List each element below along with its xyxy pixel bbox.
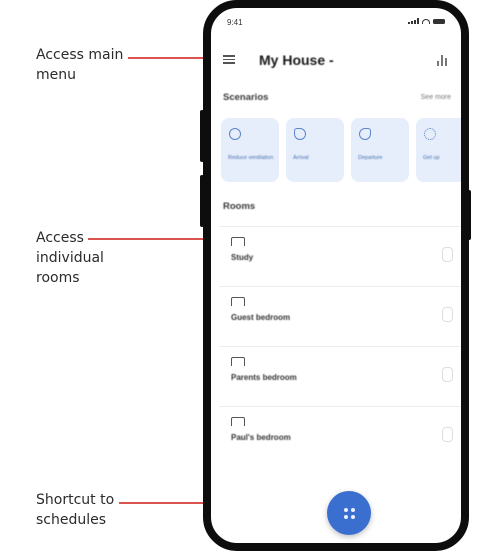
room-control-icon[interactable] <box>442 247 453 262</box>
callout-leader-line <box>88 238 216 240</box>
scenario-card-get-up[interactable]: Get up <box>416 118 461 182</box>
scenario-list: Reduce ventilation Arrival Departure Get… <box>221 118 461 182</box>
room-label: Paul's bedroom <box>231 433 291 442</box>
scenario-label: Departure <box>358 155 383 161</box>
bed-icon <box>231 357 245 366</box>
bed-icon <box>231 297 245 306</box>
home-arrive-icon <box>294 128 306 140</box>
rooms-heading: Rooms <box>223 201 256 212</box>
stats-chart-icon[interactable] <box>436 55 447 66</box>
callout-text: individual <box>36 250 104 266</box>
desk-icon <box>231 237 245 246</box>
wifi-icon <box>422 18 430 24</box>
fan-icon <box>229 128 241 140</box>
callout-leader-line <box>128 57 214 59</box>
battery-icon <box>433 18 445 24</box>
callout-text: Shortcut to <box>36 492 115 508</box>
scenario-label: Get up <box>423 155 440 161</box>
house-selector[interactable]: My House - <box>259 52 334 68</box>
see-more-link[interactable]: See more <box>421 94 451 101</box>
callout-schedules: Shortcut to schedules <box>36 490 114 530</box>
sun-icon <box>424 128 436 140</box>
room-label: Study <box>231 253 254 262</box>
room-control-icon[interactable] <box>442 307 453 322</box>
grid-dots-icon <box>343 507 355 519</box>
hamburger-menu-icon[interactable] <box>223 55 235 64</box>
callout-text: menu <box>36 67 76 83</box>
scenario-card-arrival[interactable]: Arrival <box>286 118 344 182</box>
phone-mockup: 9:41 My House - Scenarios See more Reduc… <box>200 0 471 552</box>
scenario-label: Reduce ventilation <box>228 155 274 161</box>
scenario-card-departure[interactable]: Departure <box>351 118 409 182</box>
home-leave-icon <box>359 128 371 140</box>
room-item-parents-bedroom[interactable]: Parents bedroom <box>219 346 461 401</box>
room-control-icon[interactable] <box>442 427 453 442</box>
bed-icon <box>231 417 245 426</box>
scenario-label: Arrival <box>293 155 309 161</box>
signal-icon <box>408 18 419 24</box>
callout-main-menu: Access main menu <box>36 45 123 85</box>
room-item-pauls-bedroom[interactable]: Paul's bedroom <box>219 406 461 461</box>
status-time: 9:41 <box>227 18 243 27</box>
callout-text: rooms <box>36 270 80 286</box>
scenarios-heading: Scenarios <box>223 92 269 103</box>
status-bar: 9:41 <box>227 18 445 30</box>
schedules-shortcut-button[interactable] <box>327 491 371 535</box>
scenario-card-reduce-ventilation[interactable]: Reduce ventilation <box>221 118 279 182</box>
room-label: Parents bedroom <box>231 373 297 382</box>
callout-text: schedules <box>36 512 107 528</box>
room-item-guest-bedroom[interactable]: Guest bedroom <box>219 286 461 341</box>
room-control-icon[interactable] <box>442 367 453 382</box>
status-icons <box>408 18 445 24</box>
room-label: Guest bedroom <box>231 313 291 322</box>
room-item-study[interactable]: Study <box>219 226 461 281</box>
phone-screen: 9:41 My House - Scenarios See more Reduc… <box>203 0 469 551</box>
callout-rooms: Access individual rooms <box>36 228 104 288</box>
callout-text: Access main <box>36 47 124 63</box>
